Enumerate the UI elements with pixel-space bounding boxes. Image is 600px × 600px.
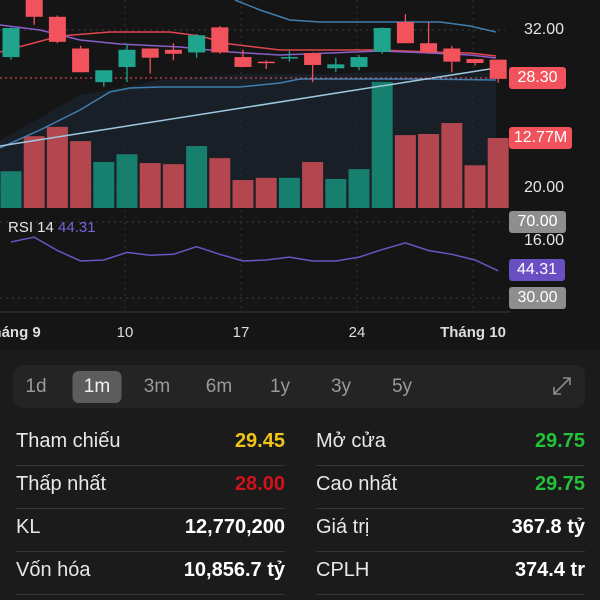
volume-badge: 12.77M [509,127,572,149]
volume-bar [70,141,92,208]
volume-bar [348,169,370,208]
volume-bar [371,81,393,208]
stat-label: Thấp nhất [16,473,107,495]
stat-row: Mở cửa 29.75 [316,422,585,466]
x-axis-label: 10 [116,324,134,341]
stat-row: KL 12,770,200 [16,508,285,552]
candle-body [48,16,66,42]
candle-body [188,35,206,53]
candle-body [95,70,113,83]
stat-label: KL [16,516,41,538]
rsi-value-badge: 44.31 [509,259,565,281]
volume-bar [232,180,254,208]
stat-row: Thấp nhất 28.00 [16,465,285,509]
stat-value: 28.00 [234,473,285,495]
volume-bar [441,123,463,208]
rsi-line [10,236,499,272]
price-axis-label: 20.00 [524,179,565,196]
bollinger-upper-line [234,0,497,33]
candle-body [280,57,298,59]
stat-value: 29.75 [534,473,585,495]
tab-6m[interactable]: 6m [195,371,244,403]
stat-label: Tham chiếu [16,430,121,452]
tab-1m[interactable]: 1m [72,371,122,403]
candle-body [118,49,136,67]
rsi-30-badge: 30.00 [509,287,566,309]
volume-bar [302,161,324,208]
stat-value: 367.8 tỷ [511,516,585,538]
x-axis-label: 24 [348,324,366,341]
candle-body [489,59,507,79]
volume-bar [394,135,416,208]
stat-row: Vốn hóa 10,856.7 tỷ [16,551,285,595]
volume-bar [23,136,45,208]
candle-body [72,48,90,73]
tab-3m[interactable]: 3m [133,371,182,403]
candle-body [141,48,159,58]
rsi-legend-value: 44.31 [58,219,96,236]
candle-body [211,27,229,53]
candle-body [25,0,43,17]
volume-bar [464,165,486,208]
x-axis-label: Tháng 9 [0,324,41,341]
volume-bar [139,163,161,208]
last-price-badge: 28.30 [509,67,566,89]
candle-body [304,53,322,65]
tab-3y[interactable]: 3y [317,371,366,403]
stat-label: Mở cửa [316,430,386,452]
candle-body [350,57,368,67]
rsi-title: RSI 14 [8,219,54,236]
candle-body [327,64,345,69]
stat-label: Vốn hóa [16,559,91,581]
expand-icon[interactable] [551,375,573,397]
volume-bar [0,171,22,208]
stat-row: Tham chiếu 29.45 [16,422,285,466]
tab-1d[interactable]: 1d [12,371,61,403]
volume-bar [255,177,277,208]
rsi-legend: RSI 14 44.31 [8,219,96,236]
candle-body [443,48,461,62]
x-axis-label: Tháng 10 [440,324,506,341]
stat-row: CPLH 374.4 tr [316,551,585,595]
price-axis-label: 32.00 [524,21,565,38]
volume-bar [116,154,138,208]
stat-value: 29.75 [534,430,585,452]
stat-row: Giá trị 367.8 tỷ [316,508,585,552]
volume-bar [418,133,440,208]
stat-label: CPLH [316,559,370,581]
tab-5y[interactable]: 5y [378,371,427,403]
rsi-70-badge: 70.00 [509,211,566,233]
stat-value: 10,856.7 tỷ [183,559,285,581]
volume-bar [186,146,208,208]
stat-value: 374.4 tr [514,559,585,581]
candle-body [2,28,20,58]
range-tabs: 1d 1m 3m 6m 1y 3y 5y [13,365,585,408]
x-axis-label: 17 [232,324,250,341]
volume-bar [487,138,509,208]
volume-bar [209,158,231,208]
stat-value: 29.45 [234,430,285,452]
tab-1y[interactable]: 1y [256,371,305,403]
stat-label: Cao nhất [316,473,398,495]
volume-bar [325,178,347,208]
candle-body [466,59,484,63]
volume-bar [162,164,184,208]
stat-row: Cao nhất 29.75 [316,465,585,509]
candle-body [257,61,275,64]
candle-body [164,49,182,54]
volume-bar [93,161,115,208]
candle-body [373,28,391,52]
stat-value: 12,770,200 [184,516,285,538]
volume-bar [278,177,300,208]
price-axis-label: 16.00 [524,232,565,249]
candle-body [420,43,438,53]
price-chart[interactable]: 32.00 28.30 12.77M 20.00 70.00 16.00 44.… [0,0,600,350]
volume-bar [46,126,68,208]
candle-body [396,22,414,44]
candle-body [234,57,252,67]
stat-label: Giá trị [316,516,370,538]
